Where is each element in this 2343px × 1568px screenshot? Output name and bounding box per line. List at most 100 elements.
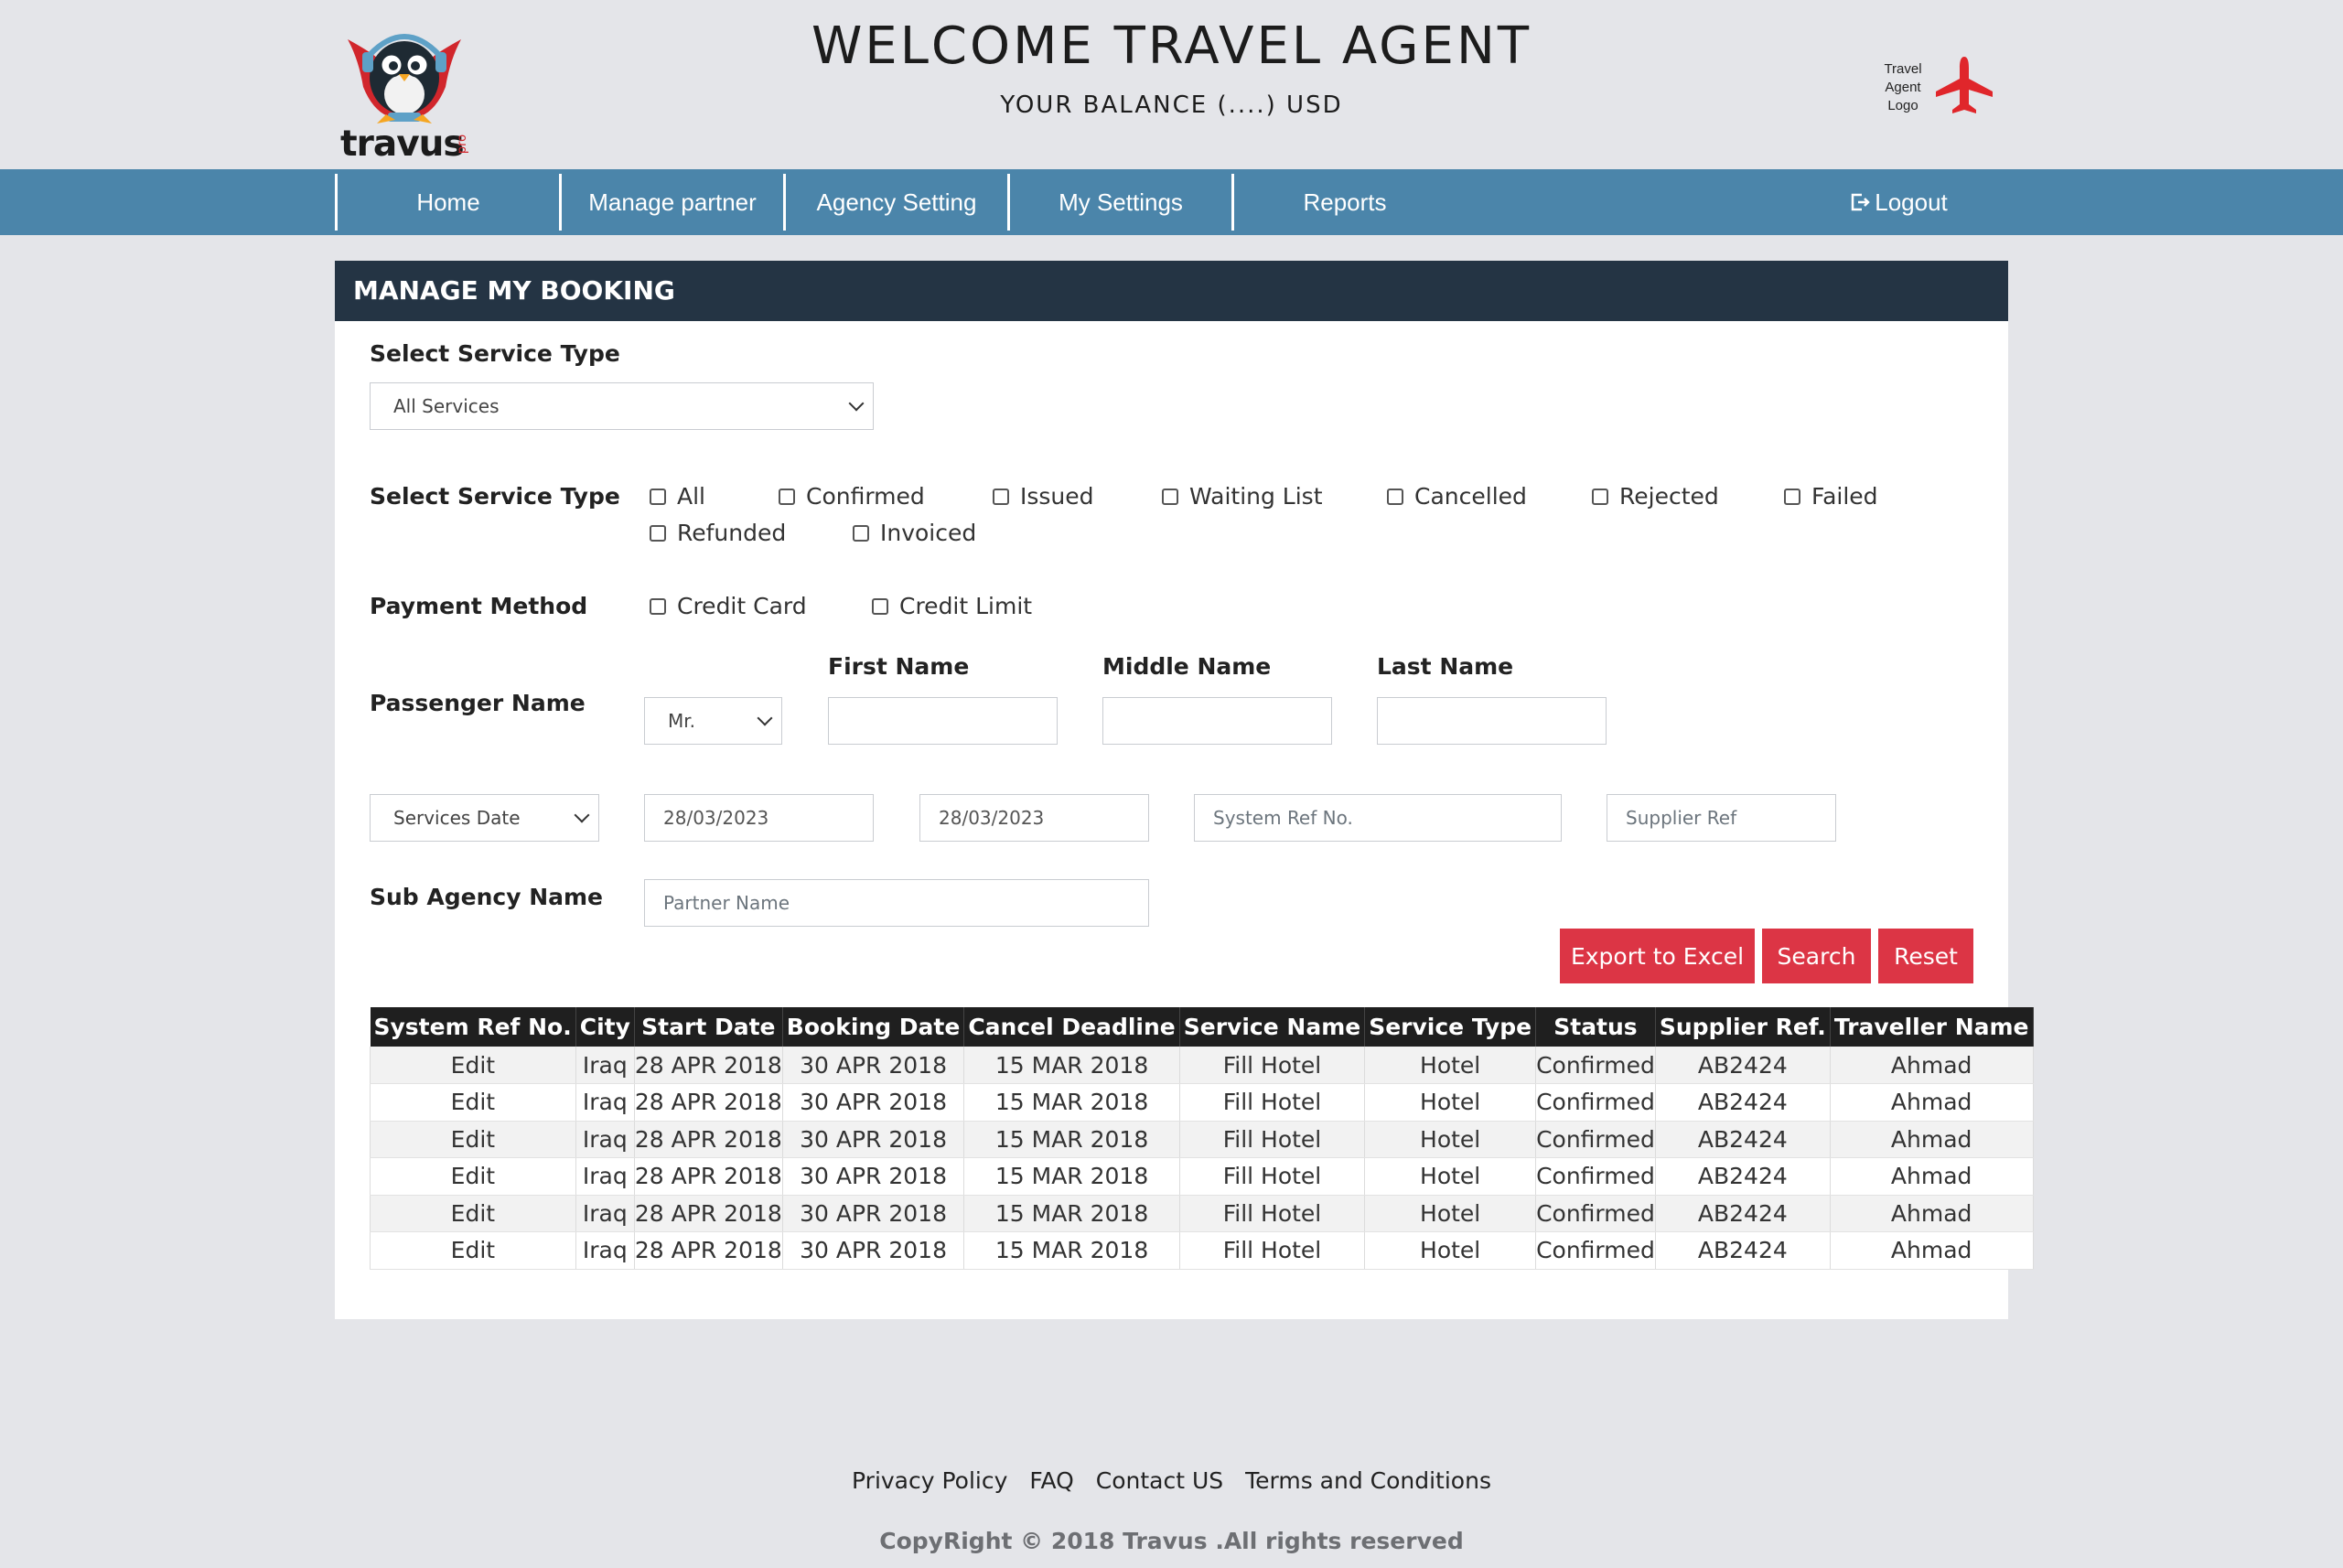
cell-start-date: 28 APR 2018 bbox=[634, 1047, 783, 1084]
export-excel-button[interactable]: Export to Excel bbox=[1560, 929, 1755, 983]
checkbox-box[interactable] bbox=[1387, 488, 1403, 505]
footer-links: Privacy Policy FAQ Contact US Terms and … bbox=[0, 1467, 2343, 1494]
nav-home[interactable]: Home bbox=[335, 174, 559, 231]
checkbox-box[interactable] bbox=[1784, 488, 1800, 505]
date-to-value: 28/03/2023 bbox=[939, 807, 1045, 829]
last-name-input[interactable] bbox=[1377, 697, 1607, 745]
supplier-ref-input[interactable]: Supplier Ref bbox=[1607, 794, 1836, 842]
checkbox-box[interactable] bbox=[650, 488, 666, 505]
checkbox-box[interactable] bbox=[872, 597, 888, 615]
col-system-ref[interactable]: System Ref No. bbox=[370, 1007, 576, 1047]
cell-city: Iraq bbox=[575, 1083, 635, 1122]
table-row: Edit Iraq 28 APR 2018 30 APR 2018 15 MAR 201… bbox=[370, 1231, 2034, 1270]
edit-link[interactable]: Edit bbox=[370, 1157, 576, 1196]
col-supplier-ref[interactable]: Supplier Ref. bbox=[1655, 1007, 1831, 1047]
logout-link[interactable]: Logout bbox=[1830, 174, 1967, 231]
checkbox-credit-card[interactable]: Credit Card bbox=[650, 593, 807, 619]
checkbox-all[interactable]: All bbox=[650, 483, 705, 510]
privacy-policy-link[interactable]: Privacy Policy bbox=[852, 1467, 1007, 1494]
col-city[interactable]: City bbox=[575, 1007, 635, 1047]
date-type-value: Services Date bbox=[393, 807, 521, 829]
supplier-ref-placeholder: Supplier Ref bbox=[1626, 807, 1737, 829]
nav-manage-partner[interactable]: Manage partner bbox=[559, 174, 783, 231]
checkbox-box[interactable] bbox=[993, 488, 1009, 505]
checkbox-label: Confirmed bbox=[806, 483, 925, 510]
checkbox-label: Credit Limit bbox=[899, 593, 1033, 619]
service-type-select[interactable]: All Services bbox=[370, 382, 874, 430]
faq-link[interactable]: FAQ bbox=[1029, 1467, 1073, 1494]
logo-wordmark: travus bbox=[340, 124, 465, 165]
first-name-input[interactable] bbox=[828, 697, 1058, 745]
cell-start-date: 28 APR 2018 bbox=[634, 1231, 783, 1270]
checkbox-label: Issued bbox=[1020, 483, 1094, 510]
checkbox-waiting-list[interactable]: Waiting List bbox=[1162, 483, 1323, 510]
checkbox-box[interactable] bbox=[650, 524, 666, 542]
cell-booking-date: 30 APR 2018 bbox=[782, 1195, 965, 1232]
title-select-value: Mr. bbox=[668, 710, 695, 732]
passenger-name-label: Passenger Name bbox=[370, 690, 586, 716]
partner-name-input[interactable]: Partner Name bbox=[644, 879, 1149, 927]
checkbox-confirmed[interactable]: Confirmed bbox=[779, 483, 925, 510]
checkbox-issued[interactable]: Issued bbox=[993, 483, 1094, 510]
date-type-select[interactable]: Services Date bbox=[370, 794, 599, 842]
checkbox-rejected[interactable]: Rejected bbox=[1592, 483, 1719, 510]
bookings-table: System Ref No. City Start Date Booking D… bbox=[370, 1007, 2034, 1270]
col-start-date[interactable]: Start Date bbox=[634, 1007, 783, 1047]
checkbox-box[interactable] bbox=[650, 597, 666, 615]
checkbox-box[interactable] bbox=[853, 524, 869, 542]
table-row: Edit Iraq 28 APR 2018 30 APR 2018 15 MAR 201… bbox=[370, 1121, 2034, 1158]
cell-traveller-name: Ahmad bbox=[1830, 1047, 2034, 1084]
nav-reports[interactable]: Reports bbox=[1231, 174, 1456, 231]
nav-my-settings[interactable]: My Settings bbox=[1007, 174, 1231, 231]
col-cancel-deadline[interactable]: Cancel Deadline bbox=[963, 1007, 1180, 1047]
edit-link[interactable]: Edit bbox=[370, 1195, 576, 1232]
edit-link[interactable]: Edit bbox=[370, 1231, 576, 1270]
edit-link[interactable]: Edit bbox=[370, 1121, 576, 1158]
checkbox-label: Failed bbox=[1811, 483, 1878, 510]
cell-city: Iraq bbox=[575, 1047, 635, 1084]
middle-name-input[interactable] bbox=[1102, 697, 1332, 745]
checkbox-invoiced[interactable]: Invoiced bbox=[853, 520, 976, 546]
col-service-name[interactable]: Service Name bbox=[1179, 1007, 1366, 1047]
cell-cancel-deadline: 15 MAR 2018 bbox=[963, 1195, 1180, 1232]
system-ref-input[interactable]: System Ref No. bbox=[1194, 794, 1562, 842]
search-button[interactable]: Search bbox=[1762, 929, 1871, 983]
title-select[interactable]: Mr. bbox=[644, 697, 782, 745]
table-header-row: System Ref No. City Start Date Booking D… bbox=[370, 1007, 2034, 1047]
checkbox-box[interactable] bbox=[779, 488, 795, 505]
cell-service-name: Fill Hotel bbox=[1179, 1121, 1366, 1158]
cell-supplier-ref: AB2424 bbox=[1655, 1157, 1831, 1196]
cell-status: Confirmed bbox=[1535, 1231, 1656, 1270]
agent-logo-line: Logo bbox=[1887, 98, 1918, 113]
cell-booking-date: 30 APR 2018 bbox=[782, 1047, 965, 1084]
checkbox-cancelled[interactable]: Cancelled bbox=[1387, 483, 1527, 510]
cell-traveller-name: Ahmad bbox=[1830, 1195, 2034, 1232]
col-service-type[interactable]: Service Type bbox=[1364, 1007, 1537, 1047]
cell-supplier-ref: AB2424 bbox=[1655, 1047, 1831, 1084]
checkbox-credit-limit[interactable]: Credit Limit bbox=[872, 593, 1032, 619]
col-booking-date[interactable]: Booking Date bbox=[782, 1007, 965, 1047]
checkbox-box[interactable] bbox=[1592, 488, 1608, 505]
checkbox-label: Credit Card bbox=[677, 593, 807, 619]
edit-link[interactable]: Edit bbox=[370, 1083, 576, 1122]
logo-suffix: pro bbox=[456, 134, 470, 155]
checkbox-label: Waiting List bbox=[1189, 483, 1323, 510]
checkbox-failed[interactable]: Failed bbox=[1784, 483, 1878, 510]
reset-button[interactable]: Reset bbox=[1878, 929, 1973, 983]
col-traveller-name[interactable]: Traveller Name bbox=[1830, 1007, 2034, 1047]
checkbox-box[interactable] bbox=[1162, 488, 1178, 505]
middle-name-label: Middle Name bbox=[1102, 653, 1272, 680]
terms-link[interactable]: Terms and Conditions bbox=[1245, 1467, 1491, 1494]
date-from-input[interactable]: 28/03/2023 bbox=[644, 794, 874, 842]
contact-us-link[interactable]: Contact US bbox=[1096, 1467, 1223, 1494]
cell-service-type: Hotel bbox=[1364, 1047, 1537, 1084]
col-status[interactable]: Status bbox=[1535, 1007, 1656, 1047]
cell-service-type: Hotel bbox=[1364, 1231, 1537, 1270]
edit-link[interactable]: Edit bbox=[370, 1047, 576, 1084]
cell-cancel-deadline: 15 MAR 2018 bbox=[963, 1083, 1180, 1122]
checkbox-refunded[interactable]: Refunded bbox=[650, 520, 786, 546]
table-row: Edit Iraq 28 APR 2018 30 APR 2018 15 MAR 201… bbox=[370, 1083, 2034, 1122]
date-to-input[interactable]: 28/03/2023 bbox=[919, 794, 1149, 842]
checkbox-label: Refunded bbox=[677, 520, 787, 546]
nav-agency-setting[interactable]: Agency Setting bbox=[783, 174, 1007, 231]
